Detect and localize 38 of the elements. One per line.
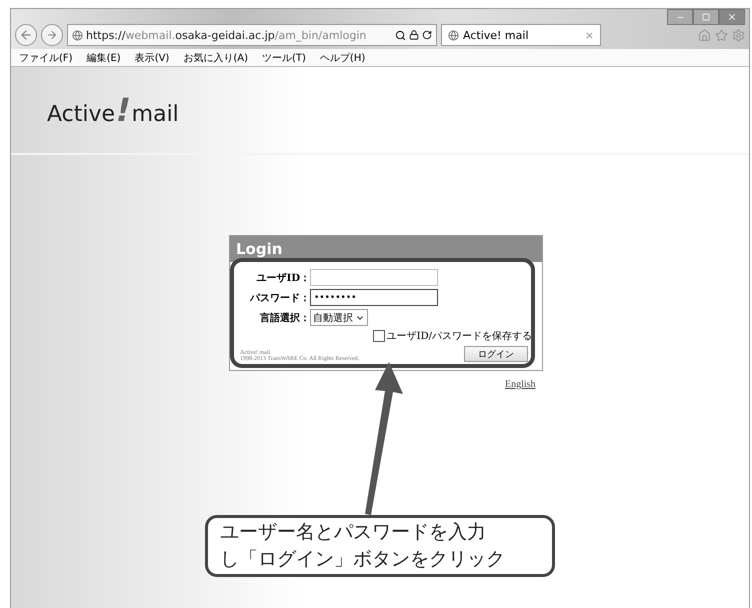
page-icon — [448, 30, 459, 40]
logo: Active!mail — [47, 91, 179, 129]
lock-icon — [409, 30, 419, 40]
star-icon[interactable] — [715, 29, 728, 42]
maximize-button[interactable] — [693, 9, 719, 25]
settings-icon[interactable] — [732, 29, 745, 42]
field-label: 言語選択： — [259, 311, 310, 324]
search-icon[interactable] — [395, 30, 406, 40]
close-icon — [727, 12, 737, 22]
browser-tab[interactable]: Active! mail × — [441, 24, 601, 46]
home-icon[interactable] — [698, 29, 711, 42]
login-button[interactable]: ログイン — [464, 346, 528, 362]
refresh-icon[interactable] — [422, 30, 432, 40]
menu-item[interactable]: 編集(E) — [86, 50, 121, 64]
url-text: https://webmail.osaka-geidai.ac.jp/am_bin/amlogin — [86, 28, 368, 42]
close-button[interactable] — [719, 9, 745, 25]
menu-item[interactable]: お気に入り(A) — [183, 50, 248, 64]
page-icon — [72, 30, 83, 40]
address-bar[interactable]: https://webmail.osaka-geidai.ac.jp/am_bin/amlogin — [67, 24, 437, 46]
user-id-field[interactable] — [310, 269, 438, 286]
menu-item[interactable]: ツール(T) — [262, 50, 306, 64]
arrow-right-icon — [46, 29, 58, 41]
maximize-icon — [702, 13, 710, 21]
save-label: ユーザID/パスワードを保存する — [386, 330, 532, 343]
minimize-button[interactable] — [667, 9, 693, 25]
english-link[interactable]: English — [505, 379, 536, 390]
field-label: パスワード： — [248, 292, 310, 304]
forward-button[interactable] — [41, 24, 63, 46]
menu-item[interactable]: ファイル(F) — [19, 50, 73, 64]
language-dropdown[interactable]: 自動選択 — [310, 309, 368, 326]
field-label: ユーザID： — [256, 272, 310, 284]
save-checkbox[interactable] — [372, 330, 385, 342]
back-button[interactable] — [15, 24, 37, 46]
tab-title: Active! mail — [463, 28, 530, 42]
password-field[interactable]: •••••••• — [310, 289, 438, 306]
menu-item[interactable]: ヘルプ(H) — [320, 50, 366, 64]
menu-item[interactable]: 表示(V) — [134, 50, 170, 64]
callout-text: ユーザー名とパスワードを入力 し「ログイン」ボタンをクリック — [205, 515, 555, 577]
